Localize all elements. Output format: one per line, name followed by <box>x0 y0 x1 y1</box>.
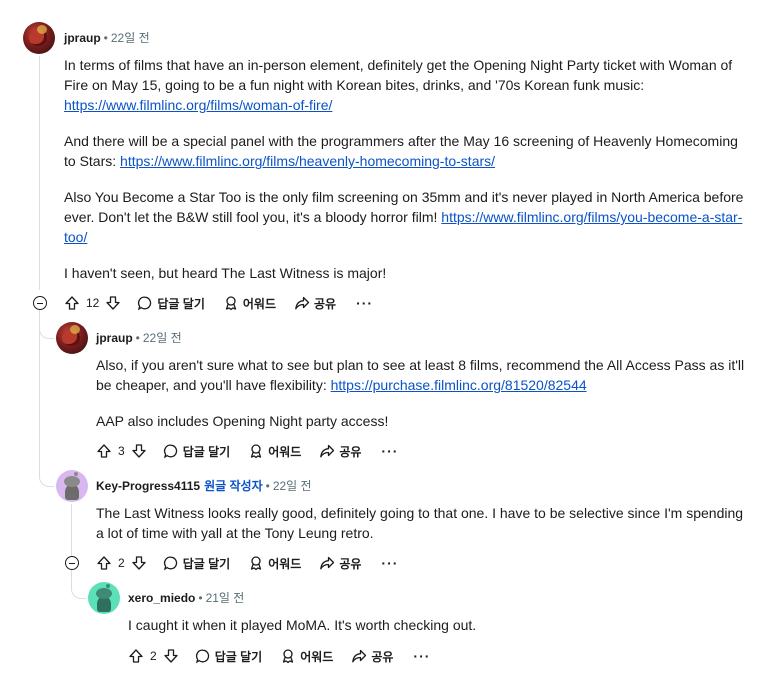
avatar[interactable] <box>56 322 88 354</box>
comment-paragraph: In terms of films that have an in-person… <box>64 57 733 113</box>
downvote-icon[interactable] <box>131 555 147 571</box>
comment-paragraph: Also, if you aren't sure what to see but… <box>96 357 745 393</box>
award-icon <box>251 556 262 571</box>
more-options-icon[interactable]: ··· <box>356 295 373 311</box>
comment-actions: 3 답글 달기 어워드 공유 ··· <box>96 440 398 462</box>
collapse-thread-button[interactable] <box>65 556 79 570</box>
timestamp[interactable]: 22일 전 <box>273 479 312 493</box>
op-badge: 원글 작성자 <box>204 479 263 493</box>
award-button[interactable]: 어워드 <box>248 443 301 460</box>
comment-body: The Last Witness looks really good, defi… <box>96 503 746 543</box>
username[interactable]: Key-Progress4115 <box>96 479 200 493</box>
comment-actions: 12 답글 달기 어워드 공유 ··· <box>64 292 373 314</box>
username[interactable]: jpraup <box>64 31 101 45</box>
comment-body: I caught it when it played MoMA. It's wo… <box>128 615 748 635</box>
award-icon <box>225 296 237 311</box>
upvote-icon[interactable] <box>96 555 112 571</box>
thread-line-root <box>39 56 40 290</box>
comment-actions: 2 답글 달기 어워드 공유 ··· <box>128 645 430 667</box>
link[interactable]: https://www.filmlinc.org/films/heavenly-… <box>120 153 495 169</box>
upvote-icon[interactable] <box>128 648 144 664</box>
downvote-icon[interactable] <box>131 443 147 459</box>
vote-controls: 2 <box>96 555 147 571</box>
award-button[interactable]: 어워드 <box>223 295 276 312</box>
vote-count: 12 <box>86 296 100 310</box>
share-button[interactable]: 공유 <box>319 555 361 572</box>
username[interactable]: jpraup <box>96 331 133 345</box>
award-icon <box>251 444 262 459</box>
comment-paragraph: I caught it when it played MoMA. It's wo… <box>128 617 477 633</box>
comment-meta: Key-Progress4115 원글 작성자 • 22일 전 <box>96 479 312 493</box>
reply-button[interactable]: 답글 달기 <box>163 555 230 572</box>
share-icon <box>295 296 310 310</box>
more-options-icon[interactable]: ··· <box>381 555 398 571</box>
timestamp[interactable]: 22일 전 <box>111 31 150 45</box>
thread-curve-reply-3 <box>71 570 86 599</box>
comment-paragraph: The Last Witness looks really good, defi… <box>96 505 744 541</box>
share-button[interactable]: 공유 <box>351 648 393 665</box>
vote-controls: 12 <box>64 295 121 311</box>
reply-button[interactable]: 답글 달기 <box>163 443 230 460</box>
collapse-thread-button[interactable] <box>33 296 47 310</box>
vote-controls: 3 <box>96 443 147 459</box>
comment-paragraph: I haven't seen, but heard The Last Witne… <box>64 265 387 281</box>
comment-icon <box>163 444 177 459</box>
vote-count: 2 <box>118 556 125 570</box>
comment-icon <box>195 649 209 664</box>
upvote-icon[interactable] <box>64 295 80 311</box>
avatar[interactable] <box>23 22 55 54</box>
share-icon <box>352 649 367 663</box>
thread-curve-reply-2 <box>39 460 54 487</box>
share-button[interactable]: 공유 <box>319 443 361 460</box>
comment-body: In terms of films that have an in-person… <box>64 55 744 283</box>
upvote-icon[interactable] <box>96 443 112 459</box>
comment-meta: jpraup • 22일 전 <box>64 31 150 45</box>
reply-button[interactable]: 답글 달기 <box>195 648 262 665</box>
award-button[interactable]: 어워드 <box>280 648 333 665</box>
share-icon <box>320 444 335 458</box>
comment-body: Also, if you aren't sure what to see but… <box>96 355 746 431</box>
timestamp[interactable]: 21일 전 <box>206 591 245 605</box>
comment-paragraph: And there will be a special panel with t… <box>64 133 738 169</box>
comment-paragraph: Also You Become a Star Too is the only f… <box>64 189 744 245</box>
more-options-icon[interactable]: ··· <box>381 443 398 459</box>
username[interactable]: xero_miedo <box>128 591 195 605</box>
link[interactable]: https://purchase.filmlinc.org/81520/8254… <box>331 377 587 393</box>
thread-curve-reply-1 <box>39 316 54 339</box>
share-button[interactable]: 공유 <box>294 295 336 312</box>
vote-controls: 2 <box>128 648 179 664</box>
comment-icon <box>138 296 152 311</box>
avatar[interactable] <box>56 470 88 502</box>
thread-line-nested <box>71 504 72 556</box>
vote-count: 2 <box>150 649 157 663</box>
timestamp[interactable]: 22일 전 <box>143 331 182 345</box>
downvote-icon[interactable] <box>105 295 121 311</box>
more-options-icon[interactable]: ··· <box>413 648 430 664</box>
link[interactable]: https://www.filmlinc.org/films/woman-of-… <box>64 97 332 113</box>
downvote-icon[interactable] <box>163 648 179 664</box>
award-icon <box>283 649 294 664</box>
reply-button[interactable]: 답글 달기 <box>137 295 205 312</box>
comment-meta: xero_miedo • 21일 전 <box>128 591 245 605</box>
share-icon <box>320 556 335 570</box>
comment-icon <box>163 556 177 571</box>
comment-meta: jpraup • 22일 전 <box>96 331 182 345</box>
award-button[interactable]: 어워드 <box>248 555 301 572</box>
vote-count: 3 <box>118 444 125 458</box>
comment-actions: 2 답글 달기 어워드 공유 ··· <box>96 552 398 574</box>
avatar[interactable] <box>88 582 120 614</box>
comment-paragraph: AAP also includes Opening Night party ac… <box>96 413 389 429</box>
